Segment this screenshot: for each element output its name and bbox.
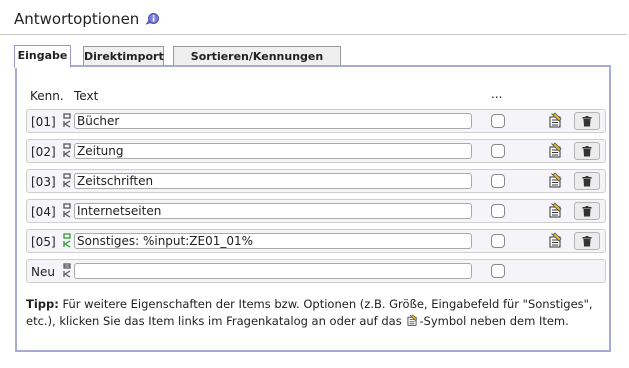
delete-button[interactable] (574, 232, 600, 250)
delete-button[interactable] (574, 112, 600, 130)
edit-properties-icon[interactable] (547, 172, 563, 188)
tip-text-after: -Symbol neben dem Item. (419, 314, 569, 328)
option-checkbox[interactable] (491, 174, 505, 188)
ok-indicator-icon (63, 233, 71, 248)
option-code: [04] (31, 205, 56, 219)
tab-eingabe[interactable]: Eingabe (14, 45, 71, 68)
option-row: [02] (26, 139, 606, 163)
tab-sortieren[interactable]: Sortieren/Kennungen ordnen (173, 46, 341, 82)
ok-indicator-icon (63, 173, 71, 188)
tab-direktimport[interactable]: Direktimport (83, 46, 164, 66)
header: Antwortoptionen (0, 0, 627, 35)
option-checkbox[interactable] (491, 144, 505, 158)
ok-indicator-icon (63, 143, 71, 158)
answer-options-panel: Kenn. Text ... [01][02][03][04][05] Neu … (15, 65, 611, 352)
option-text-input[interactable] (74, 143, 472, 159)
edit-properties-icon[interactable] (547, 202, 563, 218)
column-header-text: Text (74, 89, 99, 103)
trash-icon (582, 236, 592, 247)
edit-properties-icon (407, 314, 418, 326)
column-header-more: ... (491, 87, 503, 101)
option-text-input[interactable] (74, 113, 472, 129)
edit-properties-icon[interactable] (547, 112, 563, 128)
new-option-input[interactable] (74, 263, 472, 279)
new-row-label: Neu (31, 265, 55, 279)
option-code: [01] (31, 115, 56, 129)
option-checkbox[interactable] (491, 114, 505, 128)
ok-indicator-icon (63, 263, 71, 278)
tip-text: Tipp: Für weitere Eigenschaften der Item… (26, 296, 604, 330)
option-row: [04] (26, 199, 606, 223)
option-row: [01] (26, 109, 606, 133)
ok-indicator-icon (63, 203, 71, 218)
edit-properties-icon[interactable] (547, 232, 563, 248)
option-checkbox[interactable] (491, 204, 505, 218)
option-code: [05] (31, 235, 56, 249)
ok-indicator-icon (63, 113, 71, 128)
trash-icon (582, 116, 592, 127)
trash-icon (582, 146, 592, 157)
trash-icon (582, 176, 592, 187)
page-title: Antwortoptionen (14, 10, 140, 28)
info-balloon-icon[interactable] (146, 13, 159, 25)
trash-icon (582, 206, 592, 217)
edit-properties-icon[interactable] (547, 142, 563, 158)
option-row: [05] (26, 229, 606, 253)
option-row: [03] (26, 169, 606, 193)
option-text-input[interactable] (74, 233, 472, 249)
option-checkbox[interactable] (491, 234, 505, 248)
new-option-checkbox[interactable] (491, 264, 505, 278)
delete-button[interactable] (574, 142, 600, 160)
option-code: [03] (31, 175, 56, 189)
delete-button[interactable] (574, 172, 600, 190)
option-text-input[interactable] (74, 203, 472, 219)
option-code: [02] (31, 145, 56, 159)
delete-button[interactable] (574, 202, 600, 220)
tip-label: Tipp: (26, 297, 59, 311)
column-header-code: Kenn. (30, 89, 64, 103)
option-text-input[interactable] (74, 173, 472, 189)
new-option-row: Neu (26, 259, 606, 283)
